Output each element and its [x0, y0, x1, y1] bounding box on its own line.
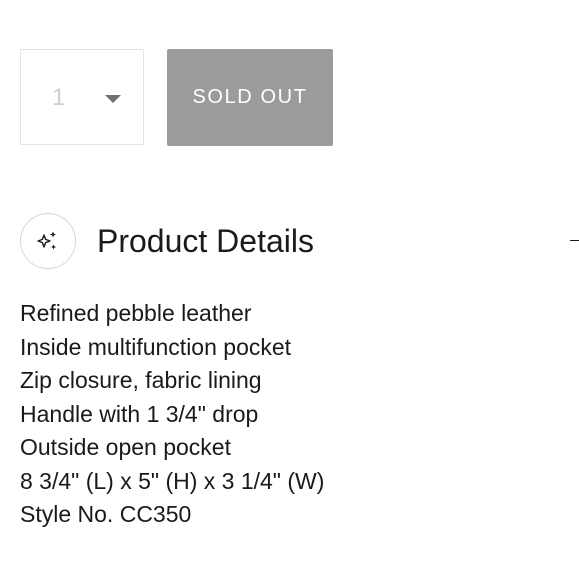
chevron-down-icon — [105, 95, 121, 103]
detail-item: Style No. CC350 — [20, 501, 192, 527]
detail-item: 8 3/4" (L) x 5" (H) x 3 1/4" (W) — [20, 467, 325, 494]
minus-icon[interactable] — [570, 240, 579, 241]
detail-item: Zip closure, fabric lining — [20, 367, 262, 393]
sold-out-button[interactable]: SOLD OUT — [167, 49, 333, 146]
detail-item: Outside open pocket — [20, 434, 231, 460]
quantity-select[interactable]: 1 — [20, 49, 144, 145]
product-details-title: Product Details — [97, 223, 314, 259]
detail-item: Handle with 1 3/4" drop — [20, 400, 259, 427]
product-purchase-panel: 1 SOLD OUT Product Details Refined pebbl… — [0, 0, 579, 580]
quantity-value: 1 — [52, 84, 66, 111]
product-details-list: Refined pebble leather Inside multifunct… — [20, 297, 324, 532]
product-details-accordion-header[interactable]: Product Details — [20, 212, 579, 272]
sparkles-icon — [20, 213, 76, 269]
detail-item: Inside multifunction pocket — [20, 333, 292, 360]
detail-item: Refined pebble leather — [20, 300, 252, 326]
